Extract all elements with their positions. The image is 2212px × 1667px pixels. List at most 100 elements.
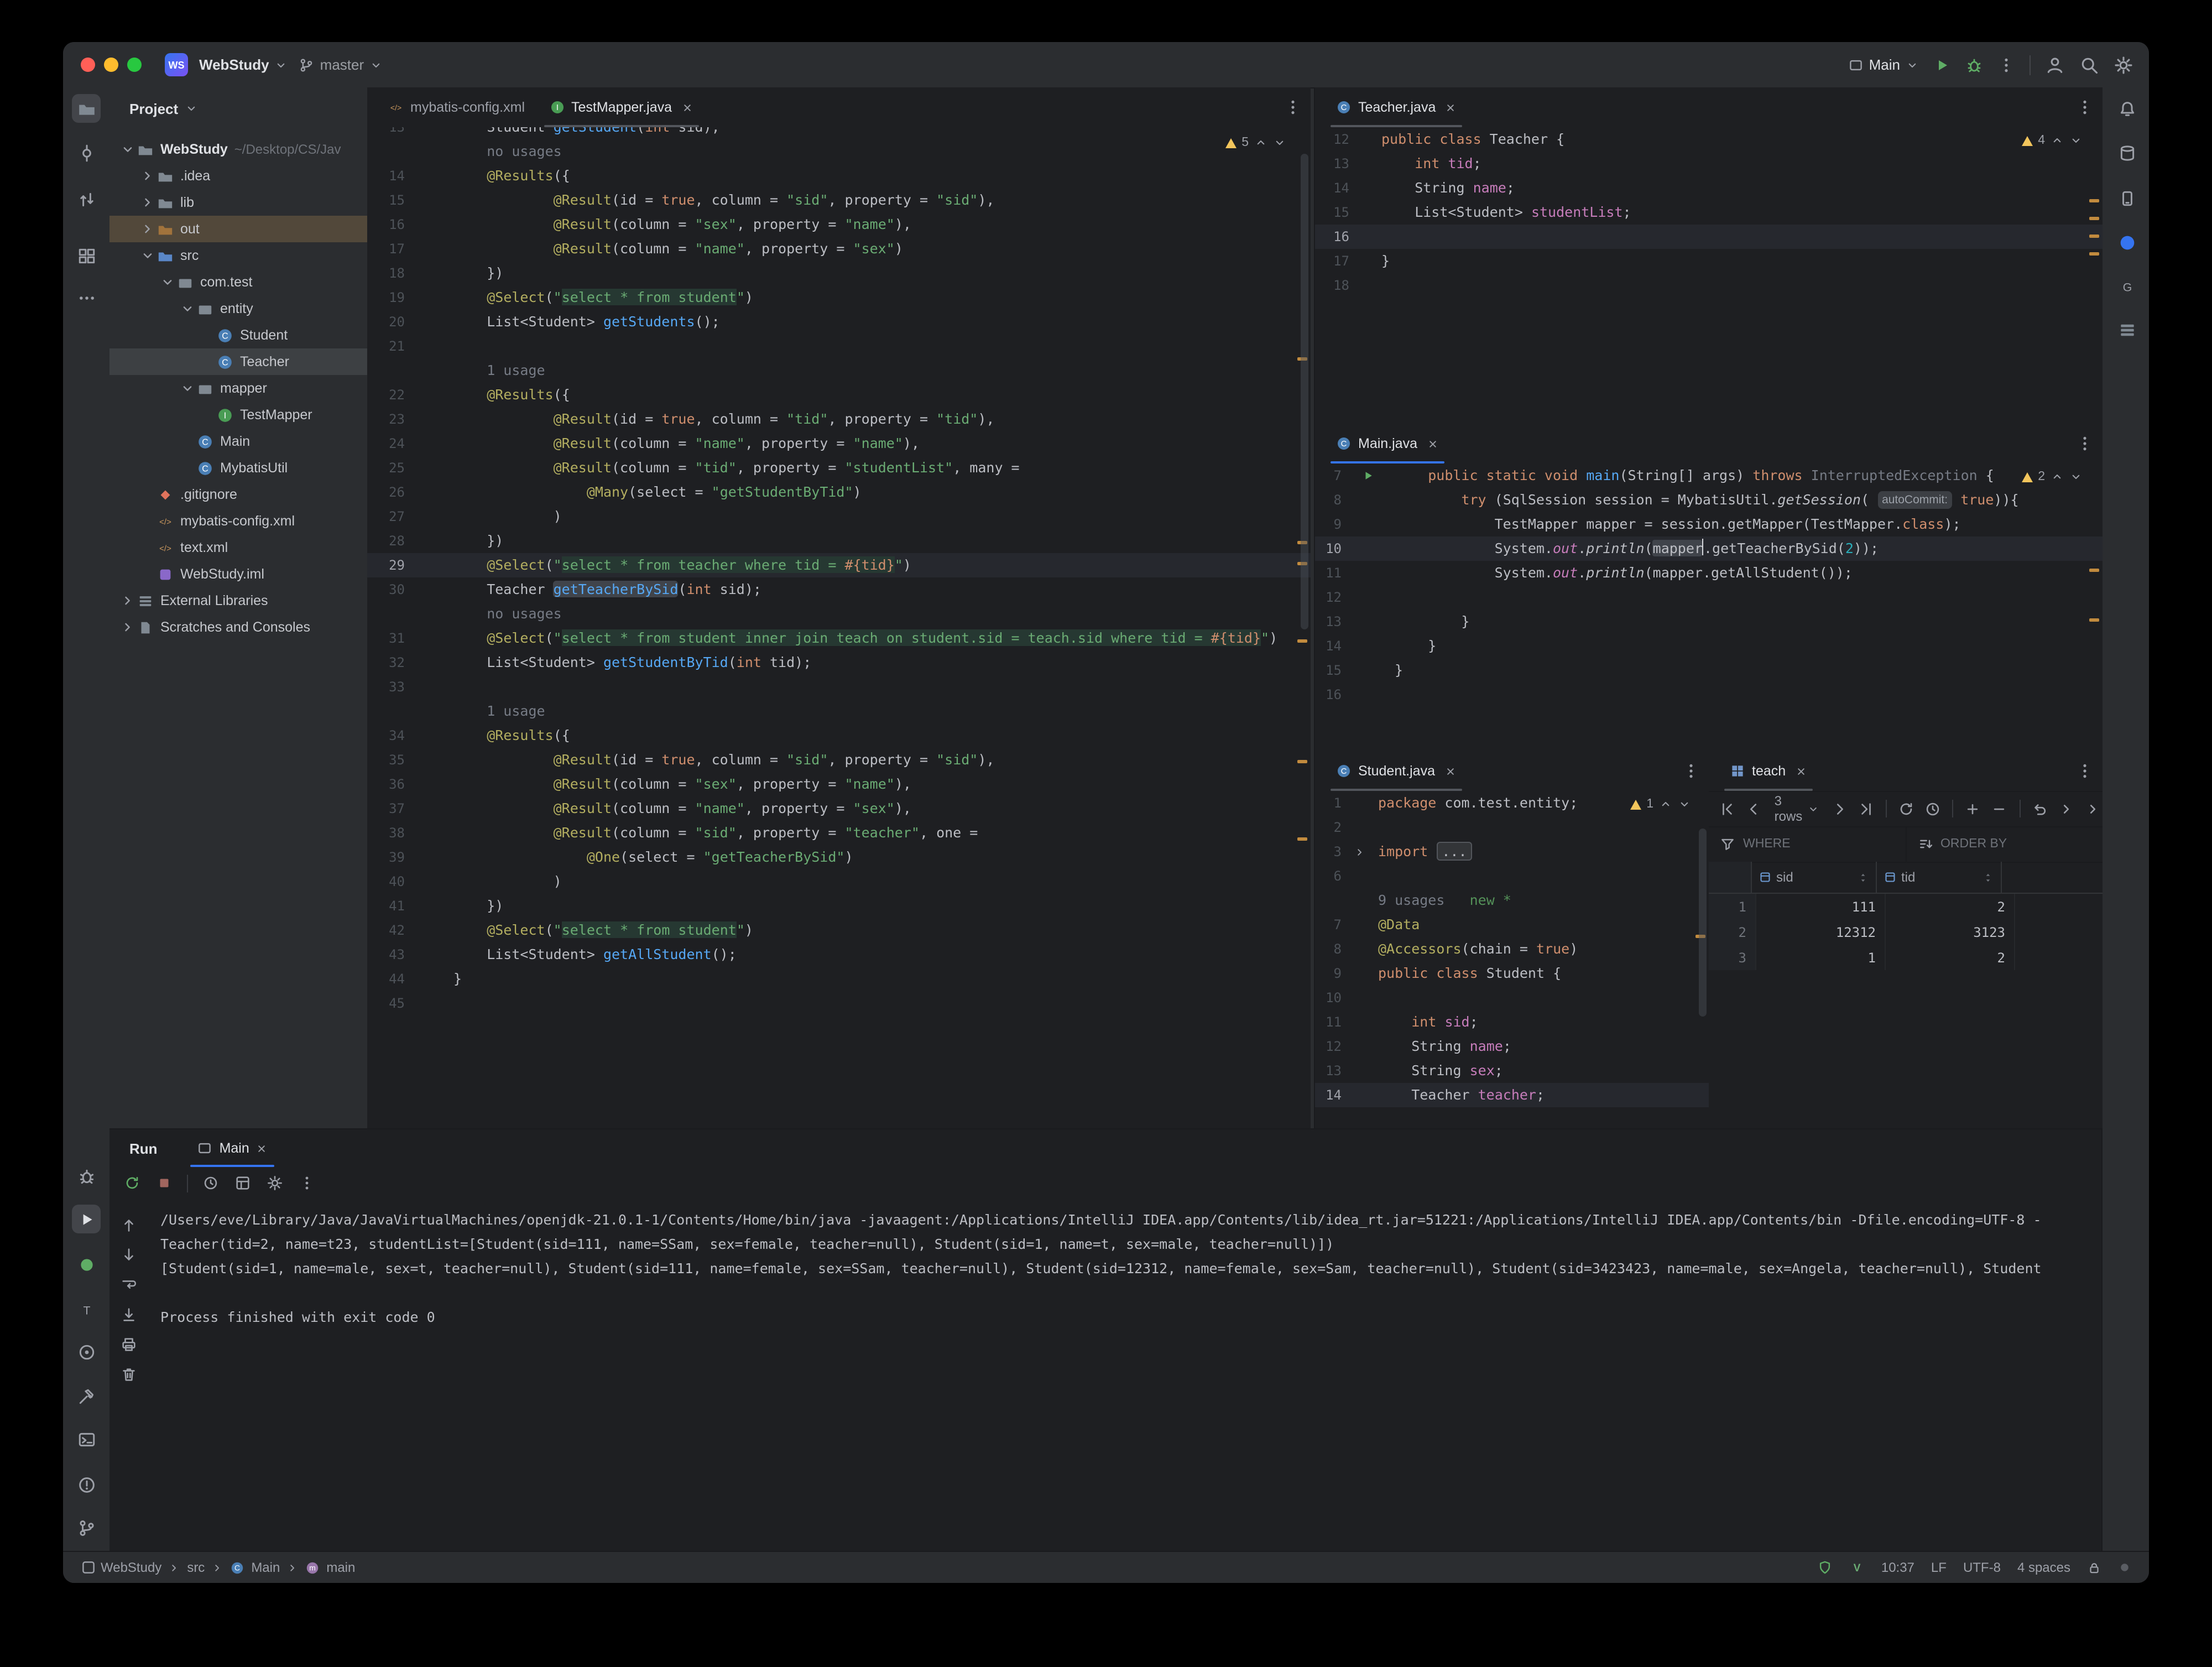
crumb-main-class[interactable]: Main bbox=[251, 1560, 280, 1575]
line-number[interactable]: 16 bbox=[1315, 225, 1349, 249]
collapse-icon[interactable] bbox=[138, 248, 157, 263]
tree-item-teacher[interactable]: C Teacher bbox=[109, 348, 367, 375]
line-number[interactable]: 11 bbox=[1315, 561, 1342, 585]
line-number[interactable]: 16 bbox=[367, 212, 405, 237]
arrow-up-button[interactable] bbox=[117, 1213, 140, 1237]
tree-item-mapper[interactable]: mapper bbox=[109, 375, 367, 402]
where-filter-field[interactable]: WHERE bbox=[1709, 826, 1905, 862]
table-cell[interactable]: 1 bbox=[1756, 945, 1886, 970]
editor-options-icon[interactable] bbox=[1682, 762, 1700, 780]
tab-main-java[interactable]: C Main.java bbox=[1324, 424, 1451, 463]
line-number[interactable]: 9 bbox=[1315, 961, 1342, 986]
profile-icon[interactable] bbox=[2045, 55, 2065, 75]
sort-both-icon[interactable] bbox=[1857, 871, 1869, 883]
line-number[interactable] bbox=[367, 699, 405, 723]
prev-button[interactable] bbox=[1744, 797, 1763, 820]
line-number[interactable]: 1 bbox=[1315, 791, 1342, 815]
close-icon[interactable] bbox=[1444, 101, 1457, 113]
table-cell[interactable]: 3123 bbox=[1886, 919, 2015, 945]
main-java-editor[interactable]: 7 public static void main(String[] args)… bbox=[1315, 463, 2103, 751]
tree-item-testmapper[interactable]: I TestMapper bbox=[109, 402, 367, 428]
run-active-tool-button[interactable] bbox=[72, 1205, 101, 1233]
first-button[interactable] bbox=[1718, 797, 1736, 820]
sort-both-icon[interactable] bbox=[1982, 871, 1994, 883]
editor-options-icon[interactable] bbox=[2076, 435, 2094, 452]
revert-button[interactable] bbox=[2030, 797, 2049, 820]
chevron-down-icon[interactable] bbox=[1678, 798, 1691, 811]
scrollbar-thumb[interactable] bbox=[1699, 829, 1707, 1017]
expand-icon[interactable] bbox=[138, 168, 157, 184]
run-tab-main[interactable]: Main bbox=[186, 1129, 279, 1167]
order-by-field[interactable]: ORDER BY bbox=[1905, 826, 2103, 862]
structure-tool-button[interactable] bbox=[72, 241, 101, 270]
indent-setting[interactable]: 4 spaces bbox=[2017, 1560, 2070, 1575]
services-tool-button[interactable] bbox=[72, 1250, 101, 1279]
run-configuration-selector[interactable]: Main bbox=[1848, 56, 1919, 73]
chevron-down-icon[interactable] bbox=[2069, 470, 2083, 483]
line-number[interactable]: 3 bbox=[1315, 840, 1342, 864]
line-number[interactable]: 20 bbox=[367, 310, 405, 334]
trash-button[interactable] bbox=[117, 1363, 140, 1386]
tree-item-webstudy[interactable]: WebStudy ~/Desktop/CS/Jav bbox=[109, 136, 367, 163]
clock-button[interactable] bbox=[199, 1171, 222, 1195]
line-number[interactable]: 17 bbox=[367, 237, 405, 261]
line-number[interactable]: 12 bbox=[1315, 585, 1342, 610]
tree-item-mybatisutil[interactable]: C MybatisUtil bbox=[109, 455, 367, 481]
layout-button[interactable] bbox=[231, 1171, 254, 1195]
softwrap-button[interactable] bbox=[117, 1273, 140, 1296]
tab-teach-table[interactable]: teach bbox=[1718, 751, 1819, 791]
table-cell[interactable]: 111 bbox=[1756, 894, 1886, 919]
chevron-up-icon[interactable] bbox=[2051, 134, 2064, 147]
line-number[interactable]: 8 bbox=[1315, 488, 1342, 512]
tab-teacher[interactable]: C Teacher.java bbox=[1324, 87, 1469, 127]
close-icon[interactable] bbox=[1426, 437, 1438, 450]
clock-button[interactable] bbox=[1923, 797, 1942, 820]
settings-gear-icon[interactable] bbox=[2114, 55, 2133, 75]
tree-item-src[interactable]: src bbox=[109, 242, 367, 269]
debug-button[interactable] bbox=[1965, 56, 1983, 74]
tree-item-scratches-and-consoles[interactable]: Scratches and Consoles bbox=[109, 614, 367, 640]
plus-button[interactable] bbox=[1964, 797, 1983, 820]
line-number[interactable]: 18 bbox=[1315, 273, 1349, 298]
project-selector[interactable]: WebStudy bbox=[199, 56, 288, 73]
line-number[interactable]: 26 bbox=[367, 480, 405, 504]
project-panel-header[interactable]: Project bbox=[109, 87, 367, 129]
chevron-down-icon[interactable] bbox=[2069, 134, 2083, 147]
close-icon[interactable] bbox=[256, 1142, 268, 1154]
run-line-gutter[interactable] bbox=[1342, 463, 1395, 488]
line-number[interactable]: 13 bbox=[367, 127, 405, 139]
minimize-window-button[interactable] bbox=[104, 58, 118, 72]
crumb-main-method[interactable]: main bbox=[326, 1560, 355, 1575]
line-number[interactable]: 21 bbox=[367, 334, 405, 358]
line-number[interactable]: 14 bbox=[1315, 1083, 1342, 1107]
close-window-button[interactable] bbox=[81, 58, 95, 72]
chevron-right-button[interactable] bbox=[2084, 797, 2103, 820]
inspections-widget[interactable]: 4 bbox=[2021, 134, 2083, 147]
line-number[interactable]: 40 bbox=[367, 869, 405, 894]
arrow-down-button[interactable] bbox=[117, 1243, 140, 1267]
chevron-up-icon[interactable] bbox=[1254, 136, 1267, 149]
problems-tool-button[interactable] bbox=[72, 1470, 101, 1499]
chevron-up-icon[interactable] bbox=[1659, 798, 1672, 811]
refresh-button[interactable] bbox=[1897, 797, 1916, 820]
close-icon[interactable] bbox=[681, 101, 693, 113]
fold-gutter[interactable] bbox=[1342, 840, 1378, 864]
tree-item-text-xml[interactable]: </> text.xml bbox=[109, 534, 367, 561]
tab-mybatis-config[interactable]: </> mybatis-config.xml bbox=[376, 87, 537, 127]
line-number[interactable]: 38 bbox=[367, 821, 405, 845]
table-cell[interactable]: 2 bbox=[1886, 894, 2015, 919]
editor-options-icon[interactable] bbox=[2076, 762, 2094, 780]
last-button[interactable] bbox=[1857, 797, 1876, 820]
kebab-button[interactable] bbox=[295, 1171, 319, 1195]
expand-icon[interactable] bbox=[118, 593, 137, 608]
column-header-sid[interactable]: sid bbox=[1752, 862, 1877, 893]
line-number[interactable]: 14 bbox=[367, 164, 405, 188]
expand-icon[interactable] bbox=[118, 619, 137, 635]
line-number[interactable]: 31 bbox=[367, 626, 405, 650]
line-number[interactable] bbox=[367, 358, 405, 383]
console-output[interactable]: /Users/eve/Library/Java/JavaVirtualMachi… bbox=[154, 1198, 2095, 1548]
line-number[interactable]: 36 bbox=[367, 772, 405, 796]
expand-icon[interactable] bbox=[138, 195, 157, 210]
pull-requests-tool-button[interactable] bbox=[72, 185, 101, 213]
crumb-src[interactable]: src bbox=[187, 1560, 205, 1575]
